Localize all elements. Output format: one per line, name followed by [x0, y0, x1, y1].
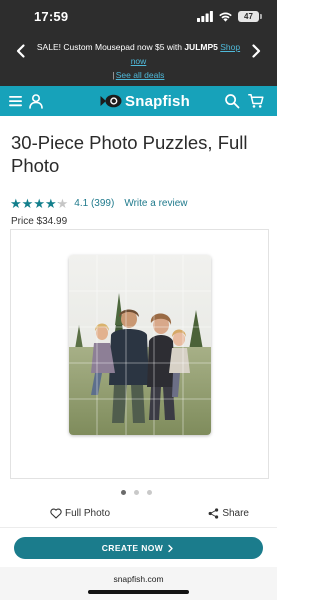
product-image-frame: [10, 229, 269, 479]
action-row: Full Photo Share: [0, 508, 277, 524]
promo-message: SALE! Custom Mousepad now $5 with: [36, 42, 182, 52]
star-icon: ★: [21, 195, 34, 211]
account-icon[interactable]: [28, 93, 44, 109]
menu-icon[interactable]: [8, 93, 24, 109]
carousel-dot[interactable]: [121, 490, 126, 495]
favorite-button[interactable]: Full Photo: [50, 508, 110, 519]
fish-logo-icon: [100, 94, 122, 108]
carousel-dots: [121, 490, 152, 495]
favorite-label: Full Photo: [65, 508, 111, 519]
share-button[interactable]: Share: [208, 508, 249, 519]
status-icons: 47: [197, 10, 262, 22]
promo-text: SALE! Custom Mousepad now $5 with JULMP5…: [30, 40, 247, 82]
star-icon: ★: [44, 195, 57, 211]
app-header: Snapfish: [0, 86, 277, 116]
url-text[interactable]: snapfish.com: [0, 574, 277, 584]
browser-url-bar: snapfish.com: [0, 567, 277, 600]
cart-icon[interactable]: [248, 93, 264, 109]
logo-text: Snapfish: [125, 92, 190, 110]
family-photo-image: [69, 255, 211, 435]
star-icon: ★: [10, 195, 22, 211]
puzzle-product-image[interactable]: [69, 255, 211, 435]
create-now-button[interactable]: CREATE NOW: [14, 537, 263, 559]
share-label: Share: [222, 508, 249, 519]
signal-icon: [197, 10, 213, 22]
wifi-icon: [219, 12, 232, 22]
star-partial-icon: ★: [56, 195, 69, 211]
chevron-right-icon[interactable]: [248, 43, 264, 59]
status-bar: 17:59 47: [0, 0, 277, 32]
create-now-label: CREATE NOW: [101, 543, 164, 553]
product-title: 30-Piece Photo Puzzles, Full Photo: [11, 132, 248, 176]
carousel-dot[interactable]: [134, 490, 139, 495]
product-price: Price $34.99: [11, 216, 68, 227]
write-review-link[interactable]: Write a review: [124, 198, 187, 209]
search-icon[interactable]: [224, 93, 240, 109]
rating-row: ★ ★ ★ ★ ★ 4.1 (399) Write a review: [10, 196, 187, 210]
chevron-right-icon: [168, 544, 173, 552]
home-indicator[interactable]: [88, 590, 189, 594]
heart-icon: [50, 508, 62, 519]
status-time: 17:59: [34, 9, 69, 24]
carousel-dot[interactable]: [147, 490, 152, 495]
promo-banner: SALE! Custom Mousepad now $5 with JULMP5…: [0, 32, 277, 86]
cta-area: CREATE NOW: [0, 527, 277, 567]
rating-count-link[interactable]: 4.1 (399): [74, 198, 114, 209]
snapfish-logo[interactable]: Snapfish: [100, 92, 190, 110]
chevron-left-icon[interactable]: [13, 43, 29, 59]
star-icon: ★: [33, 195, 45, 211]
promo-separator: |: [112, 70, 115, 80]
promo-code: JULMP5: [184, 42, 218, 52]
see-all-deals-link[interactable]: See all deals: [116, 70, 165, 80]
battery-icon: 47: [238, 10, 262, 22]
star-rating[interactable]: ★ ★ ★ ★ ★: [10, 197, 68, 210]
share-icon: [208, 508, 219, 519]
